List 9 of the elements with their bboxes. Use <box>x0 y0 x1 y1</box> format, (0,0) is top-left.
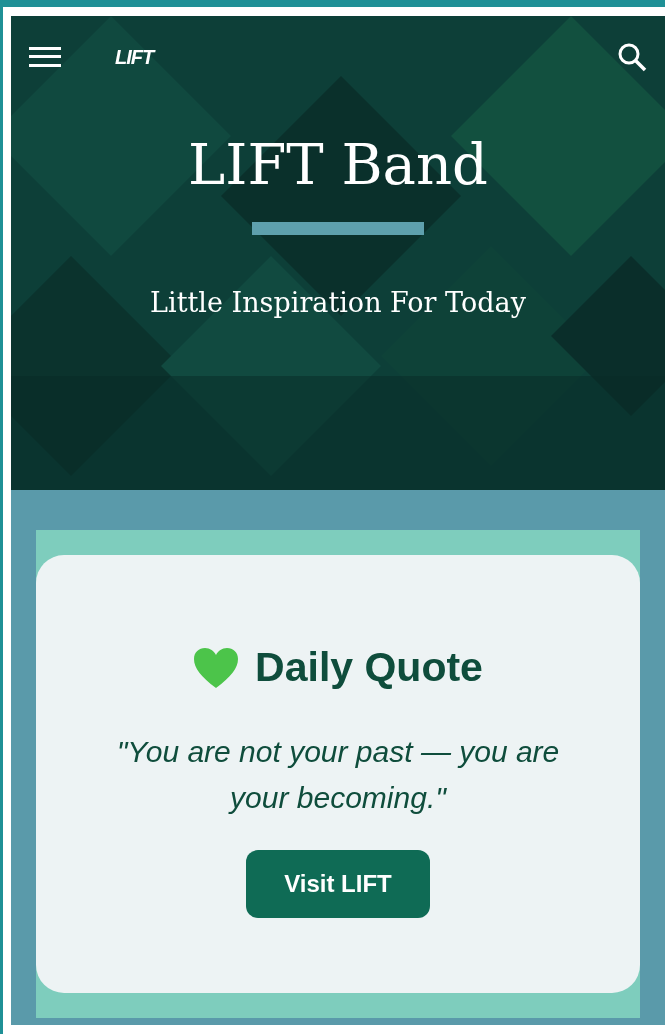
visit-button[interactable]: Visit LIFT <box>246 849 430 918</box>
hero-subtitle: Little Inspiration For Today <box>150 285 526 320</box>
quote-text: "You are not your past — you are your becoming." <box>115 733 561 816</box>
search-icon[interactable] <box>617 42 647 72</box>
card-title: Daily Quote <box>255 643 483 692</box>
hero-title: LIFT Band <box>188 134 488 196</box>
logo[interactable]: LIFT <box>115 42 154 72</box>
heart-icon <box>193 646 240 689</box>
menu-icon[interactable] <box>29 47 61 67</box>
